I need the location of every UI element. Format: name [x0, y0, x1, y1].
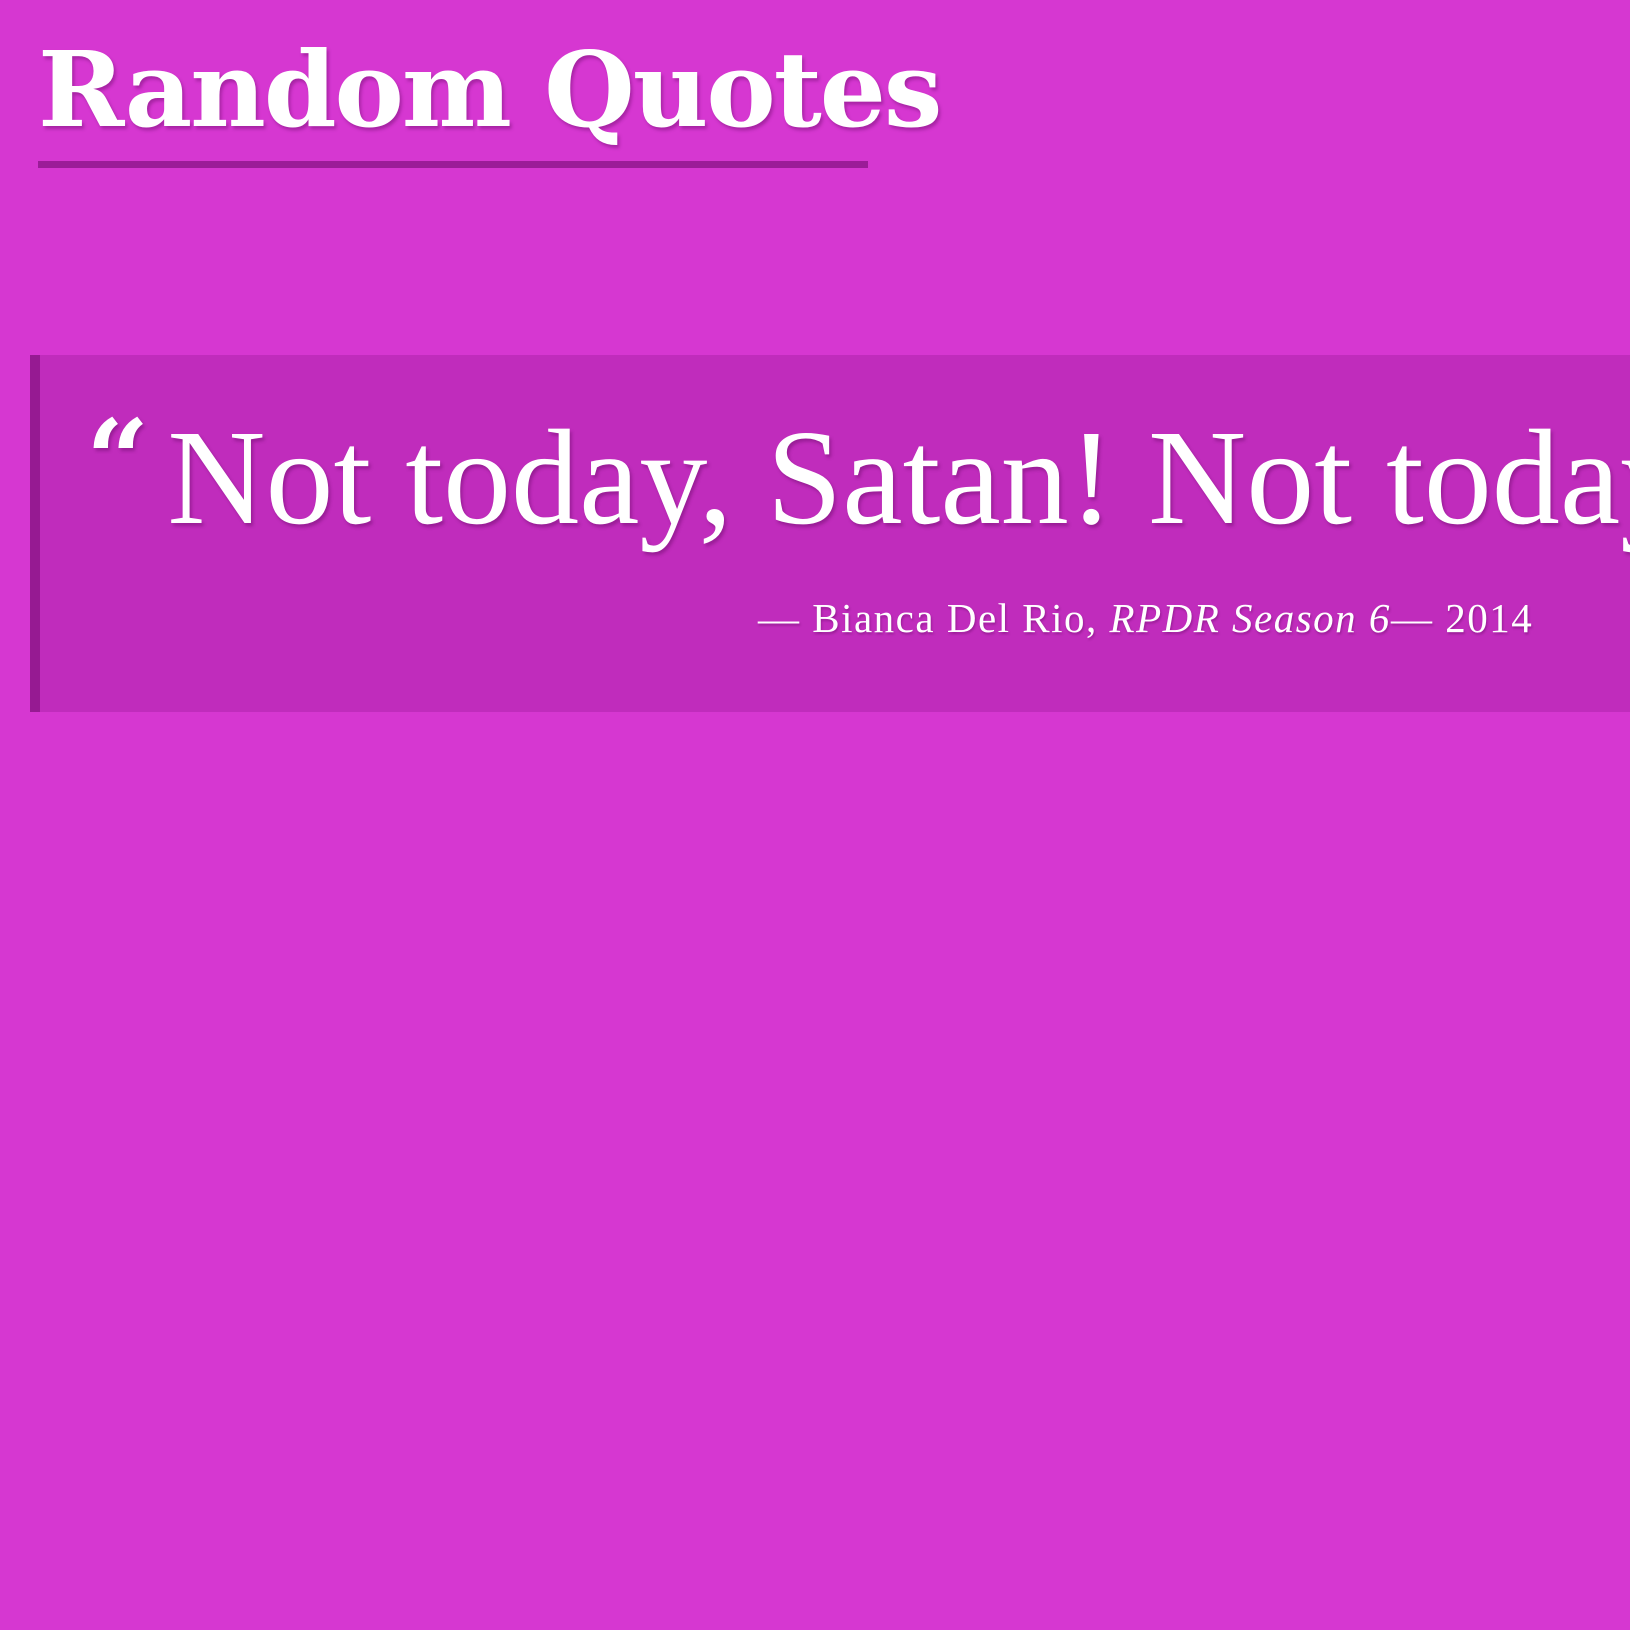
- attribution-separator: ,: [1086, 595, 1110, 641]
- page-title: Random Quotes: [38, 20, 942, 168]
- quote-attribution: — Bianca Del Rio, RPDR Season 6— 2014: [758, 593, 1533, 643]
- open-quote-icon: “: [86, 395, 150, 524]
- quote-year: 2014: [1445, 595, 1534, 641]
- quote-source: RPDR Season 6: [1109, 595, 1391, 641]
- quote-line: “ Not today, Satan! Not today.: [86, 403, 1630, 553]
- year-dash: —: [1390, 595, 1446, 641]
- attribution-dash: —: [758, 595, 813, 641]
- quote-author: Bianca Del Rio: [812, 595, 1087, 641]
- quote-text: Not today, Satan! Not today.: [167, 403, 1630, 553]
- quote-card: “ Not today, Satan! Not today. — Bianca …: [30, 355, 1630, 712]
